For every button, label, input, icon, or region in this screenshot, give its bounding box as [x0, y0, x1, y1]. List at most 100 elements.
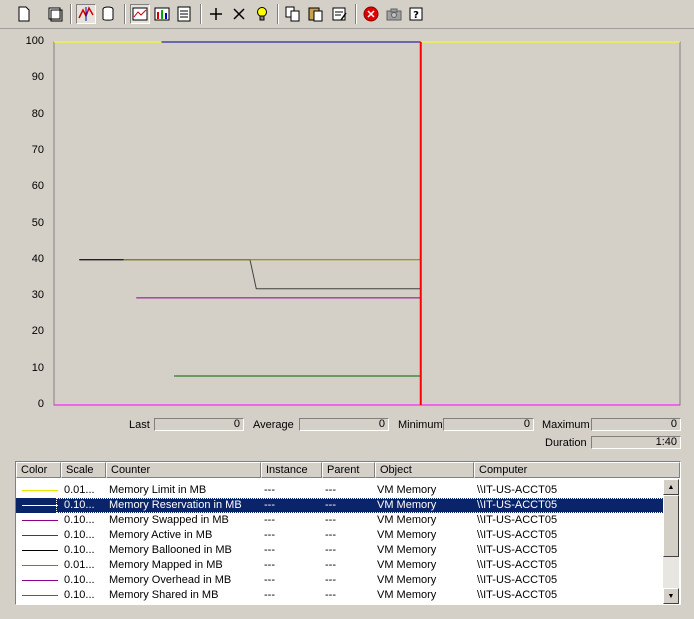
paste-icon	[308, 7, 323, 22]
graph-area: 100 90 80 70 60 50 40 30 20 10 0	[6, 32, 690, 412]
legend-cell-computer: \\IT-US-ACCT05	[477, 559, 558, 571]
minimum-value: 0	[443, 418, 534, 431]
legend-cell-counter: Memory Mapped in MB	[109, 559, 223, 571]
color-swatch	[22, 535, 58, 536]
plot-frame	[53, 41, 681, 406]
view-current-activity-button[interactable]	[76, 4, 96, 24]
current-activity-icon	[78, 6, 94, 21]
duration-value: 1:40	[591, 436, 681, 449]
report-icon	[177, 6, 191, 22]
legend-cell-instance: ---	[264, 544, 275, 556]
legend-cell-object: VM Memory	[377, 514, 437, 526]
properties-icon	[332, 7, 347, 21]
copy-properties-button[interactable]	[283, 4, 303, 24]
legend-cell-computer: \\IT-US-ACCT05	[477, 574, 558, 586]
legend-cell-counter: Memory Shared in MB	[109, 589, 219, 601]
column-header-parent[interactable]: Parent	[322, 462, 375, 478]
column-header-color[interactable]: Color	[16, 462, 61, 478]
legend-header: Color Scale Counter Instance Parent Obje…	[16, 462, 680, 478]
camera-icon	[386, 8, 402, 21]
legend-row[interactable]: 0.10... Memory Ballooned in MB --- --- VM Me…	[16, 543, 664, 558]
column-header-instance[interactable]: Instance	[261, 462, 322, 478]
counter-legend-list[interactable]: Color Scale Counter Instance Parent Obje…	[15, 461, 681, 605]
focus-rectangle	[56, 498, 664, 513]
color-swatch	[22, 520, 58, 521]
legend-cell-parent: ---	[325, 529, 336, 541]
toolbar-separator	[200, 4, 202, 24]
column-header-object[interactable]: Object	[375, 462, 474, 478]
maximum-value: 0	[591, 418, 681, 431]
column-header-scale[interactable]: Scale	[61, 462, 106, 478]
lightbulb-icon	[257, 7, 267, 21]
add-counter-button[interactable]	[206, 4, 226, 24]
scroll-up-button[interactable]: ▲	[663, 479, 679, 495]
average-value: 0	[299, 418, 389, 431]
plus-icon	[210, 8, 222, 20]
view-graph-button[interactable]	[130, 4, 150, 24]
view-histogram-button[interactable]	[152, 4, 172, 24]
legend-cell-object: VM Memory	[377, 589, 437, 601]
legend-cell-parent: ---	[325, 544, 336, 556]
legend-cell-instance: ---	[264, 589, 275, 601]
legend-cell-scale: 0.10...	[64, 529, 95, 541]
x-icon	[233, 8, 245, 20]
color-swatch	[22, 595, 58, 596]
legend-cell-computer: \\IT-US-ACCT05	[477, 544, 558, 556]
legend-cell-object: VM Memory	[377, 484, 437, 496]
legend-scrollbar[interactable]: ▲ ▼	[663, 479, 679, 604]
legend-row[interactable]: 0.10... Memory Overhead in MB --- --- VM Mem…	[16, 573, 664, 588]
arrow-down-icon: ▼	[667, 592, 675, 600]
legend-cell-parent: ---	[325, 484, 336, 496]
legend-cell-parent: ---	[325, 589, 336, 601]
view-log-data-button[interactable]	[98, 4, 118, 24]
properties-button[interactable]	[330, 4, 350, 24]
legend-cell-scale: 0.10...	[64, 589, 95, 601]
legend-cell-computer: \\IT-US-ACCT05	[477, 484, 558, 496]
legend-row[interactable]: 0.10... Memory Shared in MB --- --- VM Memor…	[16, 588, 664, 603]
legend-cell-instance: ---	[264, 529, 275, 541]
help-button[interactable]: ?	[407, 4, 427, 24]
graph-plot[interactable]	[6, 32, 690, 412]
clear-display-button[interactable]	[45, 4, 65, 24]
column-header-computer[interactable]: Computer	[474, 462, 680, 478]
legend-row[interactable]: 0.10... Memory Swapped in MB --- --- VM Memo…	[16, 513, 664, 528]
update-data-button[interactable]	[384, 4, 404, 24]
new-counter-set-button[interactable]	[14, 4, 34, 24]
legend-cell-instance: ---	[264, 514, 275, 526]
color-swatch	[22, 490, 58, 491]
value-bar: Last 0 Average 0 Minimum 0 Maximum 0 Dur…	[0, 416, 694, 456]
arrow-up-icon: ▲	[667, 483, 675, 491]
scroll-thumb[interactable]	[663, 495, 679, 557]
toolbar-separator	[355, 4, 357, 24]
delete-counter-button[interactable]	[229, 4, 249, 24]
legend-row[interactable]: 0.10... Memory Active in MB --- --- VM Memor…	[16, 528, 664, 543]
legend-cell-instance: ---	[264, 574, 275, 586]
legend-row[interactable]: 0.01... Memory Mapped in MB --- --- VM Memor…	[16, 558, 664, 573]
paste-counter-list-button[interactable]	[306, 4, 326, 24]
color-swatch	[22, 550, 58, 551]
duration-label: Duration	[545, 437, 587, 449]
column-header-counter[interactable]: Counter	[106, 462, 261, 478]
stop-icon	[363, 6, 379, 22]
bottom-edge	[0, 609, 694, 619]
legend-cell-computer: \\IT-US-ACCT05	[477, 589, 558, 601]
view-report-button[interactable]	[174, 4, 194, 24]
legend-cell-counter: Memory Active in MB	[109, 529, 213, 541]
color-swatch	[22, 580, 58, 581]
freeze-display-button[interactable]	[361, 4, 381, 24]
legend-cell-counter: Memory Ballooned in MB	[109, 544, 232, 556]
scroll-down-button[interactable]: ▼	[663, 588, 679, 604]
legend-cell-parent: ---	[325, 574, 336, 586]
legend-cell-counter: Memory Overhead in MB	[109, 574, 232, 586]
legend-cell-parent: ---	[325, 514, 336, 526]
legend-cell-object: VM Memory	[377, 559, 437, 571]
legend-cell-object: VM Memory	[377, 544, 437, 556]
legend-row[interactable]: 0.01... Memory Limit in MB --- --- VM Memory…	[16, 483, 664, 498]
clear-icon	[48, 7, 63, 22]
legend-row[interactable]: 0.10... Memory Reservation in MB --- --- VM …	[16, 498, 664, 513]
svg-text:?: ?	[413, 10, 419, 21]
highlight-button[interactable]	[252, 4, 272, 24]
legend-cell-instance: ---	[264, 484, 275, 496]
legend-cell-computer: \\IT-US-ACCT05	[477, 529, 558, 541]
legend-cell-scale: 0.01...	[64, 559, 95, 571]
